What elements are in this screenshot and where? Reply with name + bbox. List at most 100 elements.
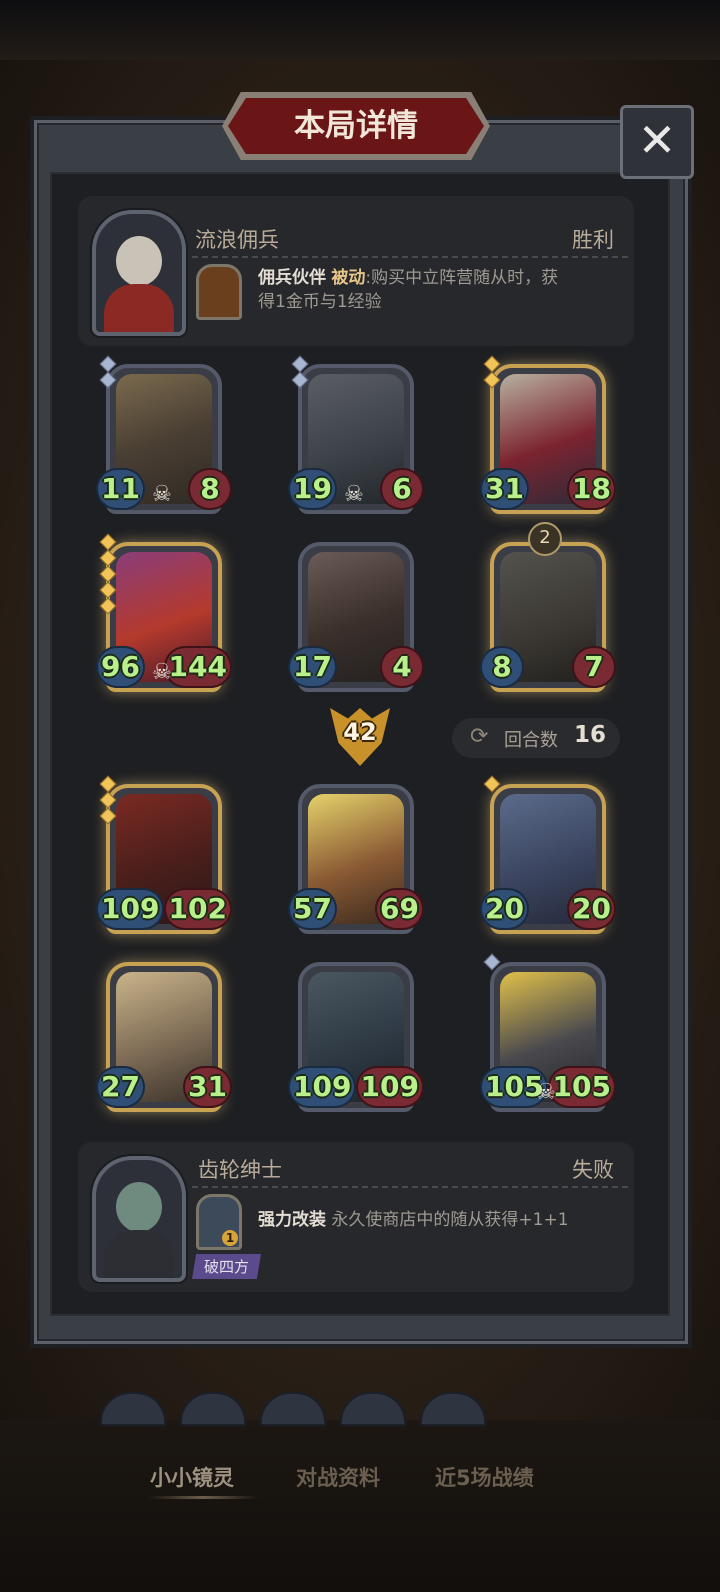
tab-mirror-sprite[interactable]: 小小镜灵 [150,1462,234,1492]
unit-star-level [291,355,309,390]
loser-tag: 破四方 [192,1254,262,1279]
thumbnail[interactable] [260,1392,326,1426]
unit-card[interactable]: 2 8 7 [482,522,614,692]
page-title: 本局详情 [294,108,418,144]
star-diamond-icon [99,355,117,373]
unit-health: 31 [185,1068,230,1106]
star-diamond-icon [99,807,117,825]
unit-attack: 20 [482,890,527,928]
unit-attack: 96 [98,648,143,686]
winner-ability-name: 佣兵伙伴 [258,268,326,288]
unit-star-level [99,355,117,390]
unit-health: 8 [190,470,230,508]
unit-star-level [483,953,501,972]
winner-body [104,284,174,332]
unit-health: 144 [165,648,230,686]
unit-card[interactable]: 19 6 ☠ [290,355,422,514]
loser-portrait[interactable] [92,1156,186,1282]
unit-health: 20 [569,890,614,928]
unit-attack: 8 [482,648,522,686]
winner-result: 胜利 [572,228,614,252]
close-icon: ✕ [637,113,677,167]
unit-star-level [483,775,501,794]
loser-result: 失败 [572,1158,614,1182]
star-diamond-icon [99,565,117,583]
unit-attack: 17 [290,648,335,686]
unit-attack: 57 [290,890,335,928]
thumbnail[interactable] [180,1392,246,1426]
unit-attack: 109 [98,890,163,928]
unit-health: 105 [549,1068,614,1106]
unit-star-level [483,355,501,390]
unit-card[interactable]: 20 20 [482,775,614,934]
star-diamond-icon [483,355,501,373]
winner-ability-desc-1: :购买中立阵营随从时，获 [365,268,559,288]
damage-badge: 42 [330,708,390,766]
star-diamond-icon [291,371,309,389]
loser-face [116,1182,162,1232]
loser-ability-text: 强力改装 永久使商店中的随从获得+1+1 [258,1208,618,1232]
star-diamond-icon [291,355,309,373]
winner-face [116,236,162,286]
tab-recent-matches[interactable]: 近5场战绩 [435,1462,534,1492]
star-diamond-icon [99,549,117,567]
star-diamond-icon [99,581,117,599]
loser-name: 齿轮绅士 [198,1158,282,1182]
star-diamond-icon [99,371,117,389]
unit-health: 102 [165,890,230,928]
winner-divider [192,256,628,258]
star-diamond-icon [99,597,117,615]
damage-value: 42 [343,718,377,746]
unit-star-level [99,775,117,826]
unit-health: 69 [377,890,422,928]
star-diamond-icon [483,775,501,793]
winner-ability-type: 被动 [331,268,366,288]
unit-health: 18 [569,470,614,508]
unit-star-level [99,533,117,616]
unit-attack: 31 [482,470,527,508]
unit-card[interactable]: 31 18 [482,355,614,514]
unit-card[interactable]: 11 8 ☠ [98,355,230,514]
skull-icon: ☠ [152,482,172,507]
thumbnail[interactable] [340,1392,406,1426]
unit-tier-badge: 2 [528,522,562,556]
unit-attack: 109 [290,1068,355,1106]
unit-card[interactable]: 109 109 [290,962,422,1112]
active-tab-underline [148,1496,258,1499]
unit-health: 109 [357,1068,422,1106]
unit-card[interactable]: 57 69 [290,784,422,934]
unit-health: 7 [574,648,614,686]
thumbnail[interactable] [420,1392,486,1426]
star-diamond-icon [99,533,117,551]
skull-icon: ☠ [344,482,364,507]
close-button[interactable]: ✕ [620,105,694,179]
star-diamond-icon [99,775,117,793]
winner-ability-desc-2: 得1金币与1经验 [258,292,382,312]
tab-battle-info[interactable]: 对战资料 [296,1462,380,1492]
rounds-counter: ⟳ 回合数 16 [452,718,620,758]
unit-health: 6 [382,470,422,508]
unit-attack: 19 [290,470,335,508]
unit-card[interactable]: 17 4 [290,542,422,692]
unit-health: 4 [382,648,422,686]
rounds-value: 16 [574,722,607,748]
star-diamond-icon [483,953,501,971]
winner-portrait[interactable] [92,210,186,336]
thumbnail-row [100,1392,520,1426]
star-diamond-icon [99,791,117,809]
loser-ability-level: 1 [222,1230,238,1246]
bottom-bar [0,1420,720,1592]
winner-name: 流浪佣兵 [195,228,279,252]
winner-ability-text: 佣兵伙伴 被动:购买中立阵营随从时，获 得1金币与1经验 [258,266,618,314]
unit-attack: 11 [98,470,143,508]
unit-card[interactable]: 27 31 [98,962,230,1112]
rounds-label: 回合数 [504,730,558,751]
thumbnail[interactable] [100,1392,166,1426]
unit-card[interactable]: 96 144 ☠ [98,533,230,692]
winner-ability-icon[interactable] [196,264,242,320]
skull-icon: ☠ [152,660,172,685]
unit-card[interactable]: 109 102 [98,775,230,934]
loser-body [104,1230,174,1278]
star-diamond-icon [483,371,501,389]
unit-card[interactable]: 105 105 ☠ [482,953,614,1112]
